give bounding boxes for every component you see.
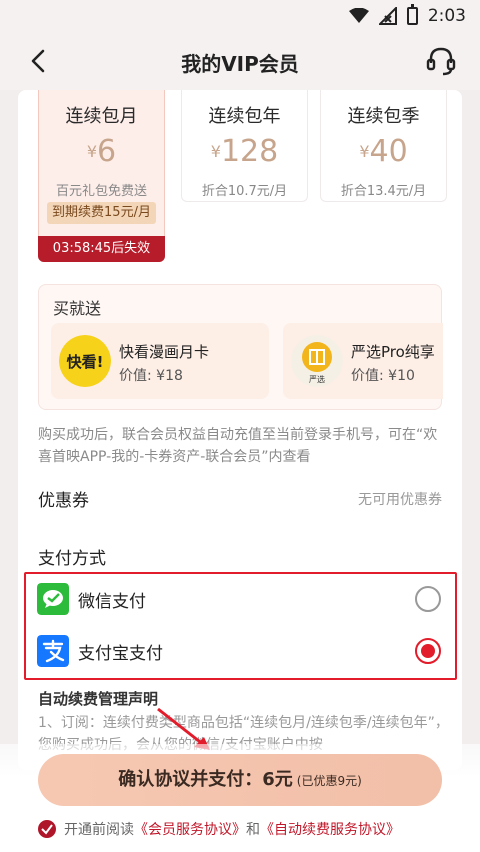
- signal-icon: [378, 7, 397, 25]
- coupon-label: 优惠券: [38, 491, 89, 511]
- payment-name: 支付宝支付: [78, 644, 163, 664]
- payment-name: 微信支付: [78, 592, 146, 612]
- plan-card-quarterly[interactable]: 连续包季 ¥40 折合13.4元/月: [320, 90, 447, 202]
- bonus-item-yanxuan: 严选 严选Pro纯享 价值: ¥10: [283, 323, 443, 399]
- payment-method-label: 支付方式: [38, 549, 106, 569]
- agreement-row: 开通前阅读《会员服务协议》和《自动续费服务协议》: [38, 818, 458, 842]
- battery-icon: [406, 4, 418, 25]
- payment-method-box: 微信支付 支付宝支付: [24, 572, 457, 680]
- plan-subtitle: 折合13.4元/月: [340, 184, 427, 199]
- svg-text:快看!: 快看!: [67, 353, 104, 371]
- plan-subtitle: 折合10.7元/月: [201, 184, 288, 199]
- alipay-radio[interactable]: [415, 638, 441, 664]
- bonus-section: 买就送 快看! 快看漫画月卡 价值: ¥18 严选 严选Pro纯享 价值: ¥1…: [38, 284, 443, 410]
- agreement-checkbox[interactable]: [38, 820, 56, 838]
- page-title: 我的VIP会员: [181, 52, 299, 76]
- plan-price: ¥128: [210, 134, 279, 169]
- plan-card-yearly[interactable]: 连续包年 ¥128 折合10.7元/月: [181, 90, 308, 202]
- payment-option-alipay[interactable]: 支付宝支付: [26, 626, 455, 678]
- wechat-pay-icon: [37, 583, 69, 615]
- headset-icon[interactable]: [424, 44, 458, 78]
- wechat-radio[interactable]: [415, 586, 441, 612]
- check-icon: [41, 824, 53, 835]
- status-bar: 2:03: [0, 0, 480, 34]
- renew-statement-title: 自动续费管理声明: [38, 690, 159, 708]
- yanxuan-logo-icon: 严选: [291, 335, 343, 387]
- bonus-name: 严选Pro纯享: [351, 343, 435, 361]
- bonus-value: 价值: ¥18: [119, 368, 183, 384]
- agreement-text: 开通前阅读《会员服务协议》和《自动续费服务协议》: [64, 822, 400, 838]
- status-time: 2:03: [427, 6, 466, 26]
- bonus-title: 买就送: [53, 299, 102, 318]
- wifi-icon: [348, 8, 369, 23]
- bonus-value: 价值: ¥10: [351, 368, 415, 384]
- bonus-item-kuaikan: 快看! 快看漫画月卡 价值: ¥18: [51, 323, 269, 399]
- confirm-pay-button[interactable]: 确认协议并支付：6元 (已优惠9元): [38, 754, 442, 806]
- member-service-link[interactable]: 《会员服务协议》: [134, 822, 246, 838]
- status-icons: 2:03: [348, 4, 466, 26]
- nav-bar: 我的VIP会员: [0, 34, 480, 90]
- plan-renew-badge: 到期续费15元/月: [47, 202, 156, 224]
- bonus-name: 快看漫画月卡: [119, 343, 210, 361]
- coupon-value[interactable]: 无可用优惠券: [358, 489, 442, 509]
- svg-text:严选: 严选: [309, 374, 325, 384]
- auto-renew-link[interactable]: 《自动续费服务协议》: [260, 822, 400, 838]
- plan-name: 连续包月: [65, 106, 138, 127]
- payment-option-wechat[interactable]: 微信支付: [26, 574, 455, 626]
- purchase-note: 购买成功后，联合会员权益自动充值至当前登录手机号，可在“欢喜首映APP-我的-卡…: [38, 427, 438, 465]
- kuaikan-logo-icon: 快看!: [59, 335, 111, 387]
- plan-subtitle: 百元礼包免费送: [55, 184, 147, 199]
- plan-price: ¥40: [359, 134, 408, 169]
- alipay-icon: [37, 635, 69, 667]
- plan-name: 连续包年: [208, 106, 281, 127]
- plan-price: ¥6: [86, 134, 117, 169]
- plan-name: 连续包季: [347, 106, 420, 127]
- plan-countdown: 03:58:45后失效: [38, 236, 165, 262]
- plan-card-monthly[interactable]: 连续包月 ¥6 百元礼包免费送 到期续费15元/月 03:58:45后失效: [38, 90, 165, 262]
